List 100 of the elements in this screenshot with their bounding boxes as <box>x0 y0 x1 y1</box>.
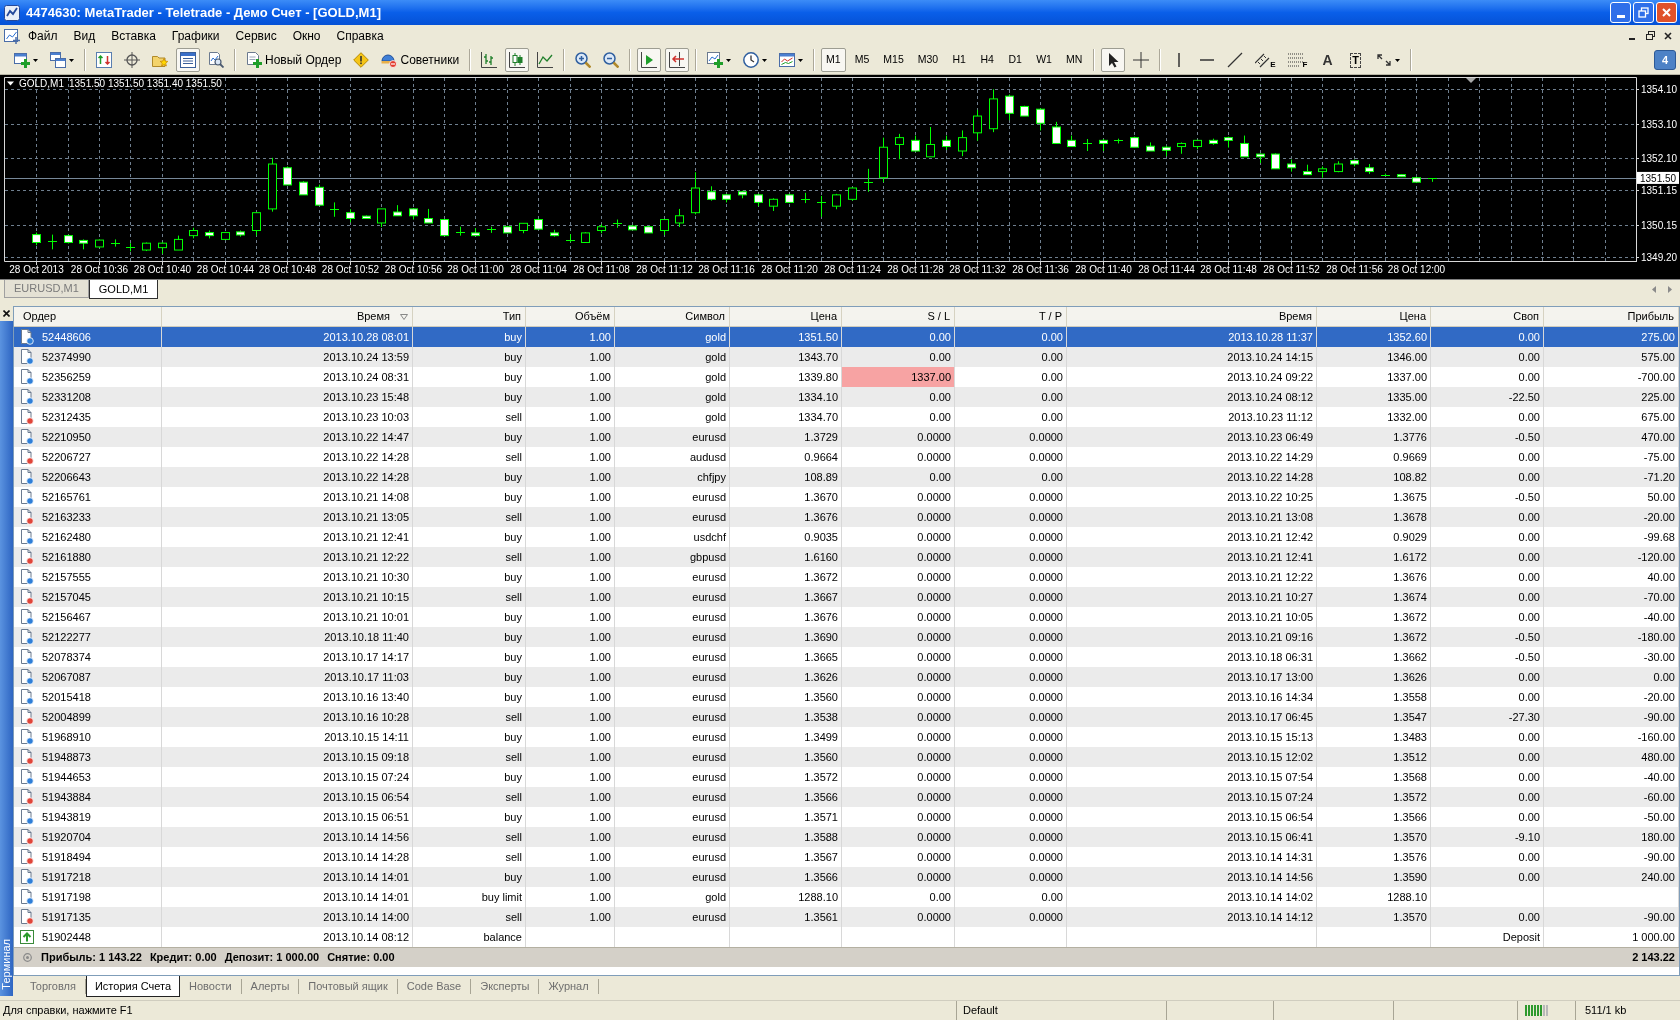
column-header[interactable]: T / P <box>955 307 1067 326</box>
status-text: Для справки, нажмите F1 <box>3 1003 133 1019</box>
terminal-button[interactable] <box>176 48 200 72</box>
column-header[interactable]: Символ <box>615 307 730 326</box>
table-cell-text: 52122277 <box>42 629 91 645</box>
text-tool-button[interactable]: A <box>1315 48 1340 72</box>
menu-item[interactable]: Вставка <box>103 25 164 46</box>
candle <box>722 193 731 203</box>
column-header[interactable]: Объём <box>526 307 615 326</box>
horizontal-line-icon <box>1200 59 1215 61</box>
chart-tab[interactable]: GOLD,M1 <box>88 280 159 299</box>
candle <box>832 193 841 210</box>
sort-icon <box>400 313 408 320</box>
candle <box>1303 164 1312 176</box>
candle <box>550 229 559 238</box>
menu-item[interactable]: Файл <box>20 25 66 46</box>
caret-icon <box>726 58 732 62</box>
table-row[interactable]: 52210950 2013.10.22 14:47 buy 1.00 eurusd 1.3729 0.0000 0.0000 2013.10.23 06:49 1.3776 -0.50 470.00 <box>14 427 1679 447</box>
candle <box>283 165 292 186</box>
table-row[interactable]: 51917135 2013.10.14 14:00 sell 1.00 eurusd 1.3561 0.0000 0.0000 2013.10.14 14:12 1.3570 0.00 -90.00 <box>14 907 1679 927</box>
fibonacci-icon <box>1287 52 1304 68</box>
candle <box>142 242 151 252</box>
table-row[interactable]: 52206643 2013.10.22 14:28 buy 1.00 chfjpy 108.89 0.00 0.00 2013.10.22 14:28 108.82 0.00 -71.20 <box>14 467 1679 487</box>
panel-tab[interactable]: Почтовый ящик <box>299 979 398 994</box>
candle <box>565 233 576 243</box>
candle <box>1082 138 1093 152</box>
table-row[interactable]: 52374990 2013.10.24 13:59 buy 1.00 gold 1343.70 0.00 0.00 2013.10.24 14:15 1346.00 0.00 575.00 <box>14 347 1679 367</box>
timeframe-button[interactable]: D1 <box>1003 48 1028 72</box>
auto-scroll-button[interactable] <box>637 48 662 72</box>
channel-button[interactable]: E <box>1251 48 1280 72</box>
timeframe-button[interactable]: M15 <box>878 48 909 72</box>
new-order-button[interactable]: Новый Ордер <box>242 48 346 72</box>
caret-icon <box>1394 58 1400 62</box>
table-cell-text: 52067087 <box>42 669 91 685</box>
column-header[interactable]: Цена <box>1317 307 1431 326</box>
timeframe-button[interactable]: MN <box>1060 48 1088 72</box>
timeframe-button[interactable]: H1 <box>947 48 972 72</box>
column-header[interactable]: Время <box>162 307 413 326</box>
column-header[interactable]: S / L <box>842 307 955 326</box>
table-row[interactable]: 51920704 2013.10.14 14:56 sell 1.00 eurusd 1.3588 0.0000 0.0000 2013.10.15 06:41 1.3570 -9.10 180.00 <box>14 827 1679 847</box>
table-cell-text: 52206727 <box>42 449 91 465</box>
table-row[interactable]: 52331208 2013.10.23 15:48 buy 1.00 gold 1334.10 0.00 0.00 2013.10.24 08:12 1335.00 -22.50 225.00 <box>14 387 1679 407</box>
messages-button[interactable]: 4 <box>1654 50 1676 70</box>
panel-tab[interactable]: История Счета <box>85 976 180 997</box>
column-header[interactable]: Тип <box>413 307 526 326</box>
column-header[interactable]: Цена <box>730 307 842 326</box>
table-row[interactable]: 52448606 2013.10.28 08:01 buy 1.00 gold 1351.50 0.00 0.00 2013.10.28 11:37 1352.60 0.00 275.00 <box>14 327 1679 347</box>
time-axis-label: 28 Oct 2013 <box>9 264 64 275</box>
table-cell-text: 52156467 <box>42 609 91 625</box>
timeframe-button[interactable]: M30 <box>912 48 944 72</box>
panel-tab[interactable]: Code Base <box>397 979 472 994</box>
table-row[interactable]: 52163233 2013.10.21 13:05 sell 1.00 eurusd 1.3676 0.0000 0.0000 2013.10.21 13:08 1.3678 0.00 -20.00 <box>14 507 1679 527</box>
candle <box>64 234 73 244</box>
timeframe-button[interactable]: M5 <box>849 48 875 72</box>
connection-bars-icon <box>1525 1005 1549 1016</box>
panel-tab[interactable]: Торговля <box>21 979 86 994</box>
candle <box>1052 121 1061 144</box>
column-header[interactable]: Ордер <box>14 307 162 326</box>
candle <box>221 231 230 241</box>
candle <box>1240 135 1249 158</box>
panel-tab[interactable]: Новости <box>180 979 242 994</box>
candle <box>471 227 480 237</box>
fibonacci-button[interactable]: F <box>1283 48 1312 72</box>
table-row[interactable]: 51948873 2013.10.15 09:18 sell 1.00 eurusd 1.3560 0.0000 0.0000 2013.10.15 12:02 1.3512 0.00 480.00 <box>14 747 1679 767</box>
menu-item[interactable]: Графики <box>163 25 228 46</box>
scroll-left-icon <box>1652 285 1656 293</box>
expert-advisors-button[interactable]: Советники <box>377 48 464 72</box>
close-panel-button[interactable] <box>1 307 12 319</box>
table-row[interactable]: 52122277 2013.10.18 11:40 buy 1.00 eurusd 1.3690 0.0000 0.0000 2013.10.21 09:16 1.3672 -0.50 -180.00 <box>14 627 1679 647</box>
column-header[interactable]: Прибыль <box>1544 307 1679 326</box>
panel-tab[interactable]: Журнал <box>539 979 599 994</box>
price-axis-label: 1350.15 <box>1641 219 1678 231</box>
table-row[interactable]: 52004899 2013.10.16 10:28 sell 1.00 eurusd 1.3538 0.0000 0.0000 2013.10.17 06:45 1.3547 -27.30 -90.00 <box>14 707 1679 727</box>
column-header[interactable]: Своп <box>1431 307 1544 326</box>
chart-shift-button[interactable] <box>665 48 690 72</box>
panel-tab[interactable]: Эксперты <box>471 979 540 994</box>
candlestick-icon <box>509 52 526 68</box>
text-label-button[interactable]: T <box>1343 48 1368 72</box>
table-row[interactable]: 51917218 2013.10.14 14:01 buy 1.00 eurusd 1.3566 0.0000 0.0000 2013.10.14 14:56 1.3590 0.00 240.00 <box>14 867 1679 887</box>
menu-item[interactable]: Вид <box>65 25 104 46</box>
menu-item[interactable]: Окно <box>284 25 329 46</box>
table-row[interactable]: 52157045 2013.10.21 10:15 sell 1.00 eurusd 1.3667 0.0000 0.0000 2013.10.21 10:27 1.3674 0.00 -70.00 <box>14 587 1679 607</box>
window-title: 4474630: MetaTrader - Teletrade - Демо Счет - [GOLD,M1] <box>26 3 381 22</box>
price-axis-label: 1351.15 <box>1641 185 1678 197</box>
timeframe-button[interactable]: M1 <box>821 48 846 72</box>
menu-item[interactable]: Справка <box>328 25 392 46</box>
menu-item[interactable]: Сервис <box>227 25 285 46</box>
panel-side-tab[interactable]: Терминал <box>0 321 13 996</box>
panel-tab[interactable]: Алерты <box>241 979 300 994</box>
table-row[interactable]: 52067087 2013.10.17 11:03 buy 1.00 eurusd 1.3626 0.0000 0.0000 2013.10.17 13:00 1.3626 0.00 0.00 <box>14 667 1679 687</box>
timeframe-button[interactable]: H4 <box>975 48 1000 72</box>
candlestick-button[interactable] <box>505 48 530 72</box>
circle-icon <box>23 953 32 962</box>
cursor-button[interactable] <box>1101 48 1126 72</box>
column-header[interactable]: Время <box>1067 307 1317 326</box>
time-axis-label: 28 Oct 11:52 <box>1263 264 1320 275</box>
table-row[interactable]: 52161880 2013.10.21 12:22 sell 1.00 gbpusd 1.6160 0.0000 0.0000 2013.10.21 12:41 1.6172 0.00 -120.00 <box>14 547 1679 567</box>
timeframe-button[interactable]: W1 <box>1031 48 1057 72</box>
candle <box>1005 93 1014 121</box>
table-row[interactable]: 51943884 2013.10.15 06:54 sell 1.00 eurusd 1.3566 0.0000 0.0000 2013.10.15 07:24 1.3572 0.00 -60.00 <box>14 787 1679 807</box>
